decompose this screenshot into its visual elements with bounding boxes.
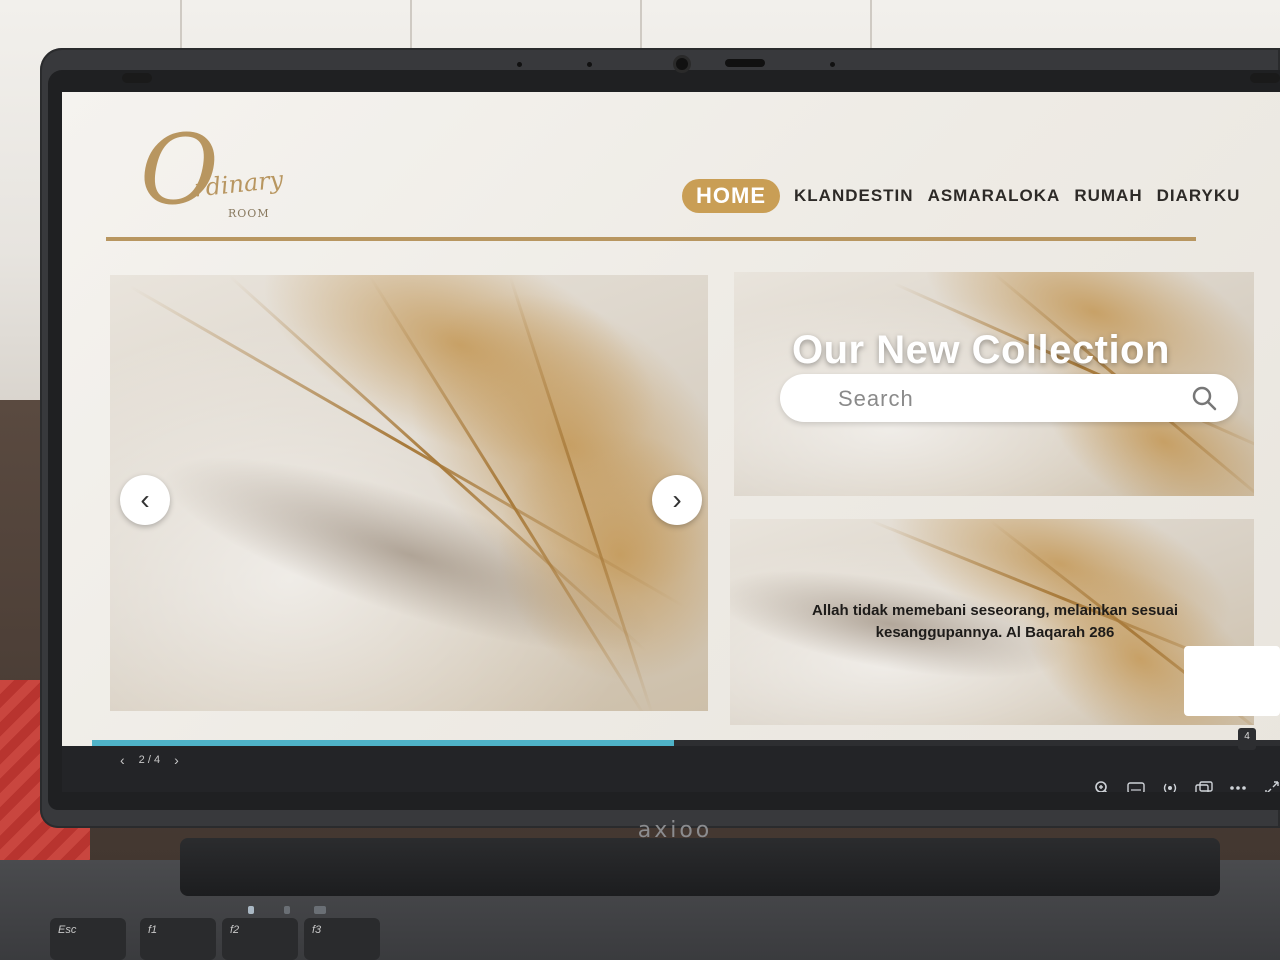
chevron-right-icon: › [672,484,682,515]
page-indicator: 2 / 4 [138,754,161,766]
viewer-tools [1092,780,1280,792]
status-led [284,906,290,914]
sensor-dot [517,62,522,67]
chevron-left-icon[interactable]: ‹ [120,752,125,768]
search-placeholder: Search [838,386,914,411]
slider-next-button[interactable]: › [652,475,702,525]
key-f3[interactable]: f3 [304,918,380,960]
hero-slider[interactable]: ‹ › [110,275,708,711]
nav-klandestin[interactable]: KLANDESTIN [794,186,914,206]
status-led [314,906,326,914]
nav-home[interactable]: HOME [682,179,780,213]
logo-room-text: ROOM [228,207,270,220]
laptop-screen: O rdinary ROOM HOME KLANDESTIN ASMARALOK… [62,92,1280,792]
more-icon[interactable] [1228,780,1248,792]
chevron-right-icon[interactable]: › [174,752,179,768]
lid-bumper [1250,73,1280,83]
key-f1[interactable]: f1 [140,918,216,960]
key-esc[interactable]: Esc [50,918,126,960]
chat-widget[interactable] [1184,646,1280,716]
website: O rdinary ROOM HOME KLANDESTIN ASMARALOK… [62,92,1280,742]
status-led [248,906,254,914]
chevron-left-icon: ‹ [140,484,150,515]
cast-icon[interactable] [1160,780,1180,792]
main-nav: HOME KLANDESTIN ASMARALOKA RUMAH DIARYKU [682,178,1240,214]
logo-lettering: O rdinary ROOM [140,114,285,226]
collection-title: Our New Collection [792,328,1170,372]
expand-icon[interactable] [1262,780,1280,792]
camera-light [725,59,765,67]
quote-text: Allah tidak memebani seseorang, melainka… [812,602,1178,641]
slider-prev-button[interactable]: ‹ [120,475,170,525]
sensor-dot [587,62,592,67]
pager: ‹ 2 / 4 › [120,752,179,768]
search-input[interactable]: Search [780,374,1238,422]
nav-diaryku[interactable]: DIARYKU [1157,186,1241,206]
search-icon[interactable] [1190,384,1218,412]
nav-rumah[interactable]: RUMAH [1074,186,1142,206]
site-logo[interactable]: O rdinary ROOM [130,112,300,222]
nav-divider [106,237,1196,241]
nav-asmaraloka[interactable]: ASMARALOKA [928,186,1061,206]
sensor-dot [830,62,835,67]
page-badge: 4 [1238,728,1256,750]
zoom-icon[interactable] [1092,780,1112,792]
webcam-icon [673,55,691,73]
lid-bumper [122,73,152,83]
laptop-hinge [180,838,1220,896]
window-icon[interactable] [1194,780,1214,792]
keyboard-icon[interactable] [1126,780,1146,792]
key-f2[interactable]: f2 [222,918,298,960]
